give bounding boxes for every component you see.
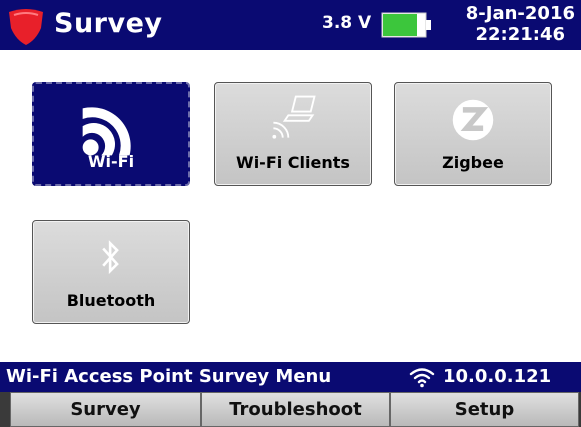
tile-wifi[interactable]: Wi-Fi [32,82,190,186]
tab-setup[interactable]: Setup [390,392,579,427]
tile-label: Wi-Fi Clients [236,153,350,172]
tile-label: Bluetooth [66,291,156,310]
date-display: 8-Jan-2016 [465,3,575,24]
tab-survey[interactable]: Survey [10,392,201,427]
wifi-signal-icon [409,368,435,388]
wifi-icon [82,107,131,156]
status-message: Wi-Fi Access Point Survey Menu [6,366,332,387]
laptop-wifi-icon [272,95,316,139]
tile-label: Wi-Fi [87,152,135,171]
battery-voltage: 3.8 V [322,13,372,33]
tab-bar: Survey Troubleshoot Setup [0,392,581,427]
app-title: Survey [54,8,163,39]
tile-zigbee[interactable]: Zigbee [394,82,552,186]
battery-icon [381,12,431,38]
title-bar: Survey 3.8 V 8-Jan-2016 22:21:46 [0,0,581,50]
ip-address: 10.0.0.121 [443,366,552,387]
tile-label: Zigbee [442,153,504,172]
menu-area: Wi-Fi Wi-Fi Clients Zigbee Bluetooth [0,50,581,362]
bluetooth-icon [102,240,119,275]
time-display: 22:21:46 [475,24,565,45]
tab-troubleshoot[interactable]: Troubleshoot [201,392,390,427]
shield-logo-icon [9,9,43,45]
zigbee-icon [452,99,494,141]
tile-bluetooth[interactable]: Bluetooth [32,220,190,324]
tile-wifi-clients[interactable]: Wi-Fi Clients [214,82,372,186]
status-bar: Wi-Fi Access Point Survey Menu 10.0.0.12… [0,362,581,392]
